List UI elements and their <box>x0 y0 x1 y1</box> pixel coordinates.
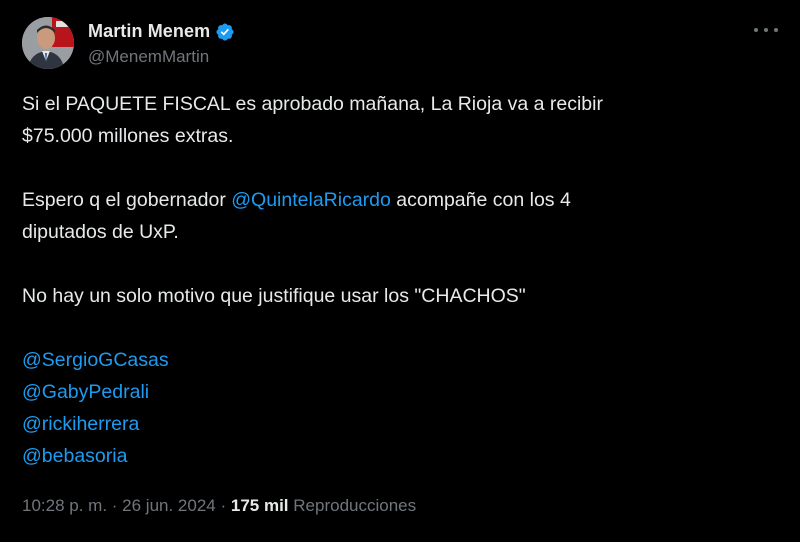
author-handle[interactable]: @MenemMartin <box>88 47 235 67</box>
name-row: Martin Menem <box>88 20 235 44</box>
tweet-header: Martin Menem @MenemMartin <box>22 14 235 72</box>
dot-icon <box>754 28 758 32</box>
profile-photo-icon <box>22 17 74 69</box>
mention-link[interactable]: @SergioGCasas <box>22 349 169 371</box>
avatar[interactable] <box>22 17 74 69</box>
mention-link[interactable]: @rickiherrera <box>22 413 139 435</box>
mention-line: @bebasoria <box>22 440 762 472</box>
tweet-text-segment: acompañe con los 4 <box>390 189 571 211</box>
tweet-text-segment: Espero q el gobernador <box>22 189 232 211</box>
views-label: Reproducciones <box>293 496 417 515</box>
tweet-text: Si el PAQUETE FISCAL es aprobado mañana,… <box>22 88 762 472</box>
dot-icon <box>774 28 778 32</box>
mention-line: @GabyPedrali <box>22 376 762 408</box>
meta-separator: · <box>215 496 231 515</box>
mention-link[interactable]: @bebasoria <box>22 445 127 467</box>
mention-link[interactable]: @QuintelaRicardo <box>231 189 391 211</box>
dot-icon <box>764 28 768 32</box>
verified-badge-icon[interactable] <box>215 22 235 42</box>
author-display-name[interactable]: Martin Menem <box>88 21 210 42</box>
tweet-line: $75.000 millones extras. <box>22 125 234 147</box>
views-count: 175 mil <box>230 496 289 515</box>
author-names: Martin Menem @MenemMartin <box>88 20 235 67</box>
meta-separator: · <box>107 496 123 515</box>
mention-line: @SergioGCasas <box>22 344 762 376</box>
tweet-line: No hay un solo motivo que justifique usa… <box>22 285 526 307</box>
tweet-line: Espero q el gobernador @QuintelaRicardo … <box>22 184 762 216</box>
tweet-line: diputados de UxP. <box>22 221 179 243</box>
mention-line: @rickiherrera <box>22 408 762 440</box>
tweet-line: Si el PAQUETE FISCAL es aprobado mañana,… <box>22 93 603 115</box>
tweet-meta: 10:28 p. m. · 26 jun. 2024 · 175 mil Rep… <box>22 496 416 516</box>
mention-link[interactable]: @GabyPedrali <box>22 381 149 403</box>
tweet-card: Martin Menem @MenemMartin Si el PAQUETE … <box>0 0 800 542</box>
tweet-date[interactable]: 26 jun. 2024 <box>122 496 216 516</box>
tweet-time[interactable]: 10:28 p. m. <box>22 496 107 516</box>
more-options-icon[interactable] <box>754 20 778 40</box>
